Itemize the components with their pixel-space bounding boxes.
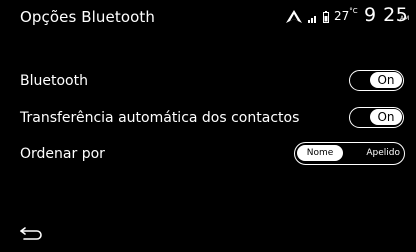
sort-by-label: Ordenar por — [20, 146, 105, 162]
page-title: Opções Bluetooth — [20, 8, 155, 26]
signal-icon — [308, 16, 316, 23]
contacts-transfer-toggle-state: On — [370, 109, 402, 125]
contacts-transfer-label: Transferência automática dos contactos — [20, 110, 300, 126]
temperature-readout: 27°C — [334, 7, 358, 23]
clock-ampm: AM — [400, 15, 410, 22]
bluetooth-options-screen: Opções Bluetooth 27°C 9 25 AM Bluetooth … — [0, 0, 416, 252]
bluetooth-label: Bluetooth — [20, 73, 88, 89]
bluetooth-toggle[interactable]: On — [349, 70, 404, 91]
sort-option-name[interactable]: Nome — [297, 145, 343, 161]
sort-by-selector: Nome Apelido — [294, 142, 405, 165]
back-arrow-icon[interactable] — [18, 224, 44, 242]
sort-option-surname[interactable]: Apelido — [366, 145, 400, 161]
battery-icon — [323, 11, 329, 23]
navigation-icon — [286, 10, 302, 23]
status-bar: 27°C 9 25 AM — [286, 4, 410, 28]
bluetooth-toggle-state: On — [370, 72, 402, 88]
contacts-transfer-toggle[interactable]: On — [349, 107, 404, 128]
